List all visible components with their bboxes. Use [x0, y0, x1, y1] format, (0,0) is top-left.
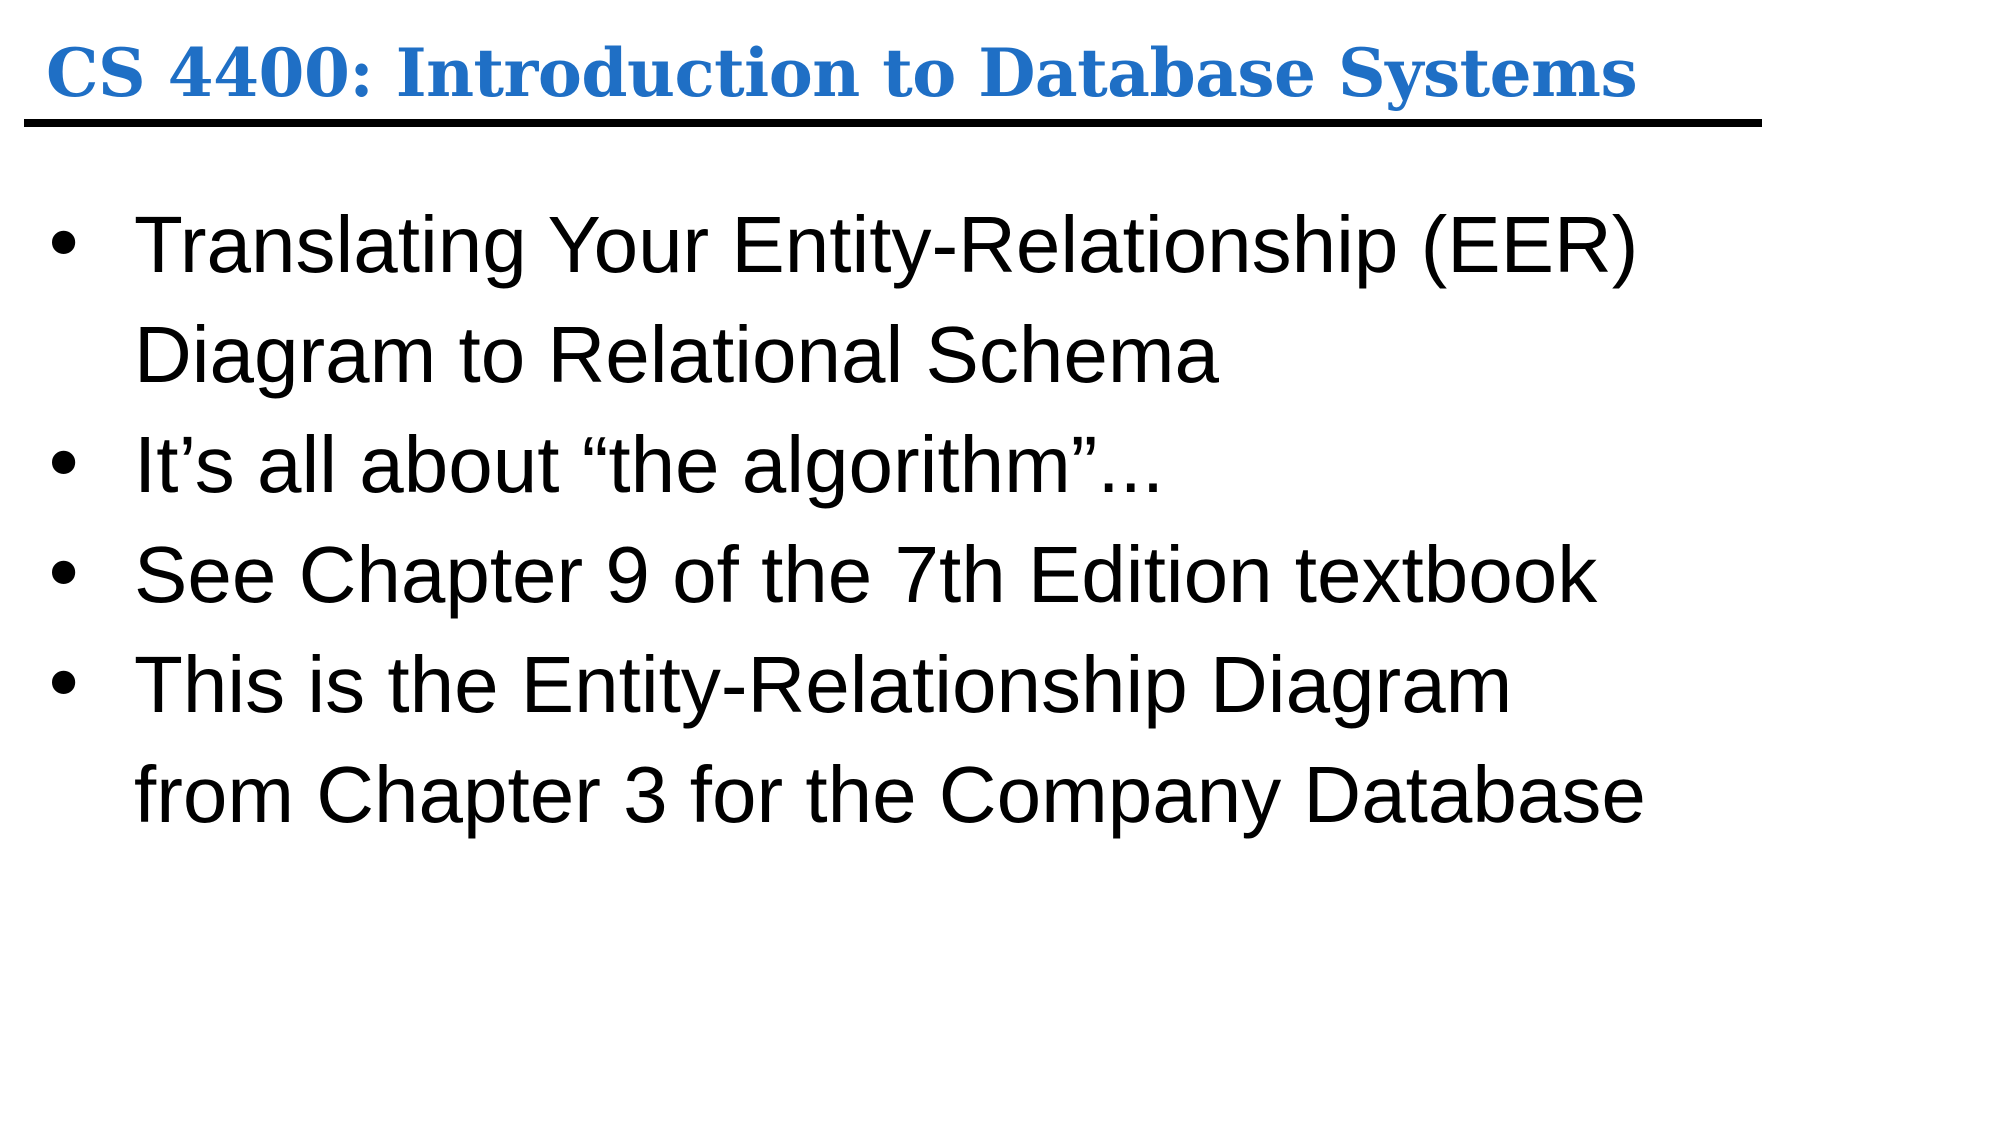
- bullet-text-line: It’s all about “the algorithm”...: [134, 420, 1165, 509]
- bullet-item-er-diagram: • This is the Entity-Relationship Diagra…: [0, 630, 1900, 850]
- bullet-dot-icon: •: [40, 198, 88, 291]
- bullet-list: • Translating Your Entity-Relationship (…: [0, 190, 1900, 850]
- title-underline: [24, 119, 1762, 127]
- slide-title: CS 4400: Introduction to Database System…: [46, 34, 1638, 112]
- bullet-dot-icon: •: [40, 528, 88, 621]
- bullet-item-chapter-9: • See Chapter 9 of the 7th Edition textb…: [0, 520, 1900, 630]
- bullet-item-algorithm: • It’s all about “the algorithm”...: [0, 410, 1900, 520]
- bullet-text-line: This is the Entity-Relationship Diagram: [134, 640, 1513, 729]
- bullet-dot-icon: •: [40, 638, 88, 731]
- slide: CS 4400: Introduction to Database System…: [0, 0, 2000, 1125]
- bullet-text-line: from Chapter 3 for the Company Database: [134, 750, 1646, 839]
- bullet-dot-icon: •: [40, 418, 88, 511]
- bullet-text-line: Translating Your Entity-Relationship (EE…: [134, 200, 1639, 289]
- bullet-item-translating: • Translating Your Entity-Relationship (…: [0, 190, 1900, 410]
- bullet-text-line: See Chapter 9 of the 7th Edition textboo…: [134, 530, 1598, 619]
- bullet-text-line: Diagram to Relational Schema: [134, 310, 1219, 399]
